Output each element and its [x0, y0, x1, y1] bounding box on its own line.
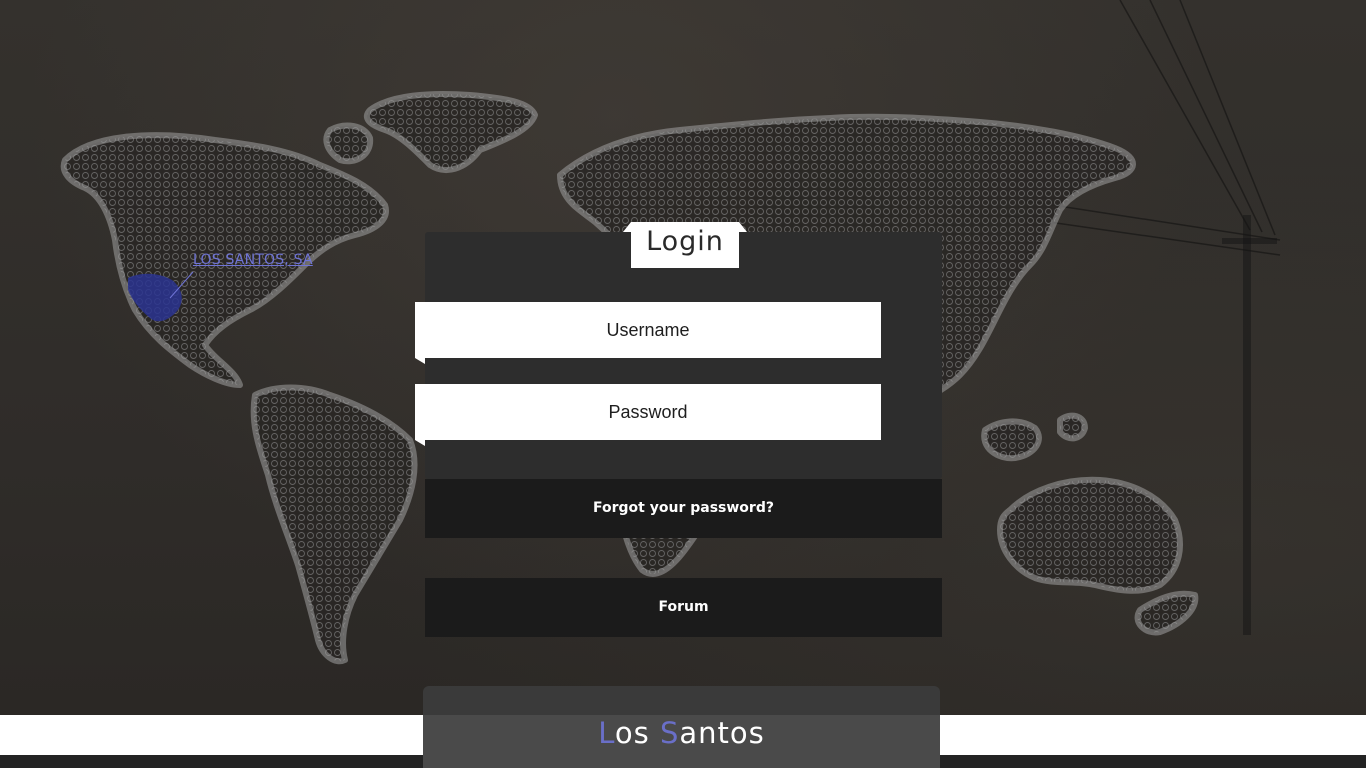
island-arctic	[323, 122, 374, 165]
login-title: Login	[646, 226, 724, 257]
location-label[interactable]: LOS SANTOS, SA	[193, 252, 313, 268]
forum-button[interactable]: Forum	[425, 578, 942, 637]
brand-word-os: os	[614, 716, 660, 750]
brand-initial-l: L	[598, 716, 615, 750]
island-new-zealand	[1134, 590, 1199, 636]
forgot-password-button[interactable]: Forgot your password?	[425, 479, 942, 538]
brand-initial-s: S	[659, 716, 680, 750]
islands-pacific	[1057, 412, 1088, 442]
password-input[interactable]	[415, 384, 881, 440]
continent-south-america	[250, 384, 418, 665]
greenland	[363, 90, 538, 173]
login-tab: Login	[623, 222, 747, 268]
continent-australia	[997, 476, 1183, 594]
password-field	[415, 384, 881, 446]
islands-southeast-asia	[981, 418, 1042, 462]
brand-tab	[423, 686, 940, 715]
brand-logo-text: Los Santos	[598, 716, 765, 750]
brand-box: Los Santos	[423, 715, 940, 768]
brand-word-antos: antos	[679, 716, 765, 750]
username-input[interactable]	[415, 302, 881, 358]
username-field	[415, 302, 881, 364]
